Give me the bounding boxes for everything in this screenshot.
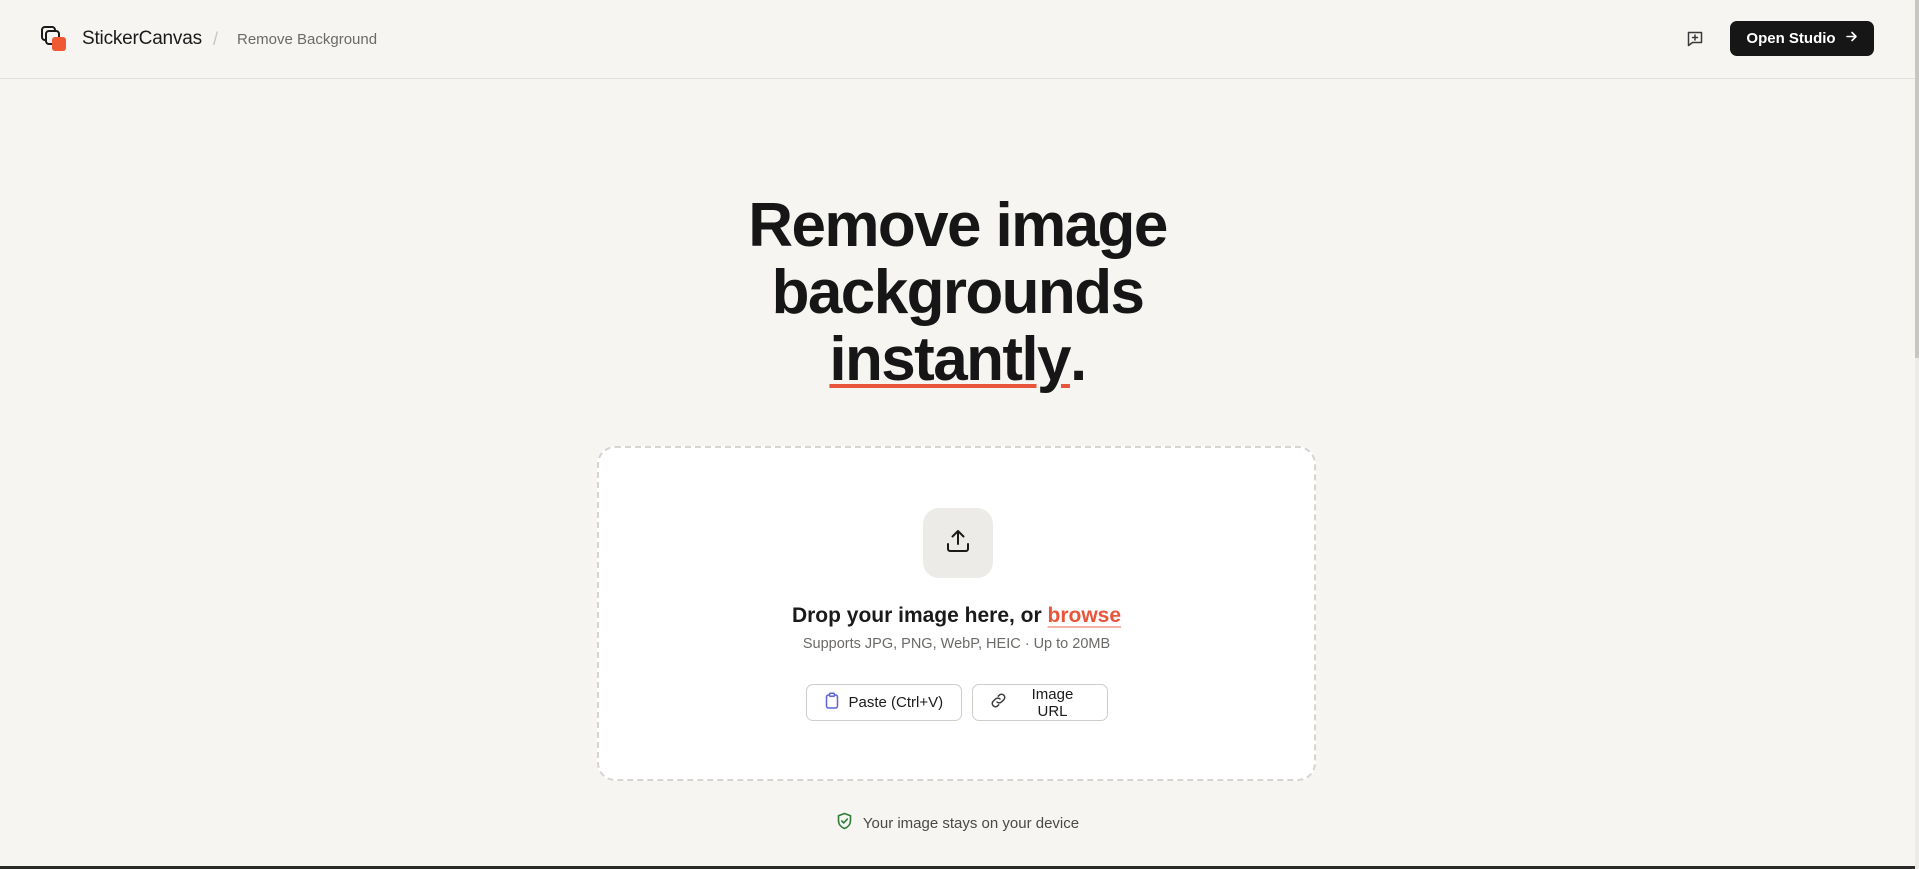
upload-button[interactable] xyxy=(923,508,993,578)
paste-button[interactable]: Paste (Ctrl+V) xyxy=(805,684,962,721)
brand-home-link[interactable]: StickerCanvas xyxy=(40,24,202,54)
privacy-text: Your image stays on your device xyxy=(862,814,1080,832)
top-header: StickerCanvas / Remove Background Open S… xyxy=(0,0,1915,79)
stickercanvas-logo-icon xyxy=(40,25,68,53)
link-icon xyxy=(990,692,1007,713)
hero-line-1: Remove image xyxy=(748,191,1168,260)
brand-name: StickerCanvas xyxy=(82,28,202,49)
message-plus-icon xyxy=(1686,30,1704,51)
image-url-button[interactable]: Image URL xyxy=(971,684,1108,721)
drop-instructions: Drop your image here, or browse xyxy=(599,604,1314,628)
dropzone-actions: Paste (Ctrl+V) Image URL xyxy=(599,684,1314,721)
image-url-button-label: Image URL xyxy=(1031,685,1074,720)
drop-text: Drop your image here, or xyxy=(791,604,1042,627)
clipboard-icon xyxy=(824,692,840,713)
breadcrumb-current: Remove Background xyxy=(237,31,378,48)
hero-accent-word: instantly xyxy=(829,325,1071,394)
hero-line-3: instantly. xyxy=(0,326,1915,393)
arrow-right-icon xyxy=(1845,30,1858,47)
hero-accent-punct: . xyxy=(1069,325,1087,394)
open-studio-label: Open Studio xyxy=(1746,30,1836,47)
page-scrollbar[interactable] xyxy=(1915,0,1919,869)
browse-link[interactable]: browse xyxy=(1048,604,1122,627)
hero-line-2: backgrounds xyxy=(771,258,1145,327)
supported-formats: Supports JPG, PNG, WebP, HEIC · Up to 20… xyxy=(802,636,1111,652)
upload-icon xyxy=(944,527,972,560)
breadcrumb-separator: / xyxy=(213,29,219,49)
privacy-note: Your image stays on your device xyxy=(0,812,1915,834)
paste-button-label: Paste (Ctrl+V) xyxy=(848,694,944,711)
image-dropzone[interactable]: Drop your image here, or browse Supports… xyxy=(597,446,1316,781)
shield-check-icon xyxy=(836,812,853,834)
open-studio-button[interactable]: Open Studio xyxy=(1730,21,1874,56)
hero-title: Remove image backgrounds instantly. xyxy=(0,192,1915,393)
page: StickerCanvas / Remove Background Open S… xyxy=(0,0,1919,869)
feedback-button[interactable] xyxy=(1682,27,1708,53)
scrollbar-thumb[interactable] xyxy=(1915,0,1919,358)
